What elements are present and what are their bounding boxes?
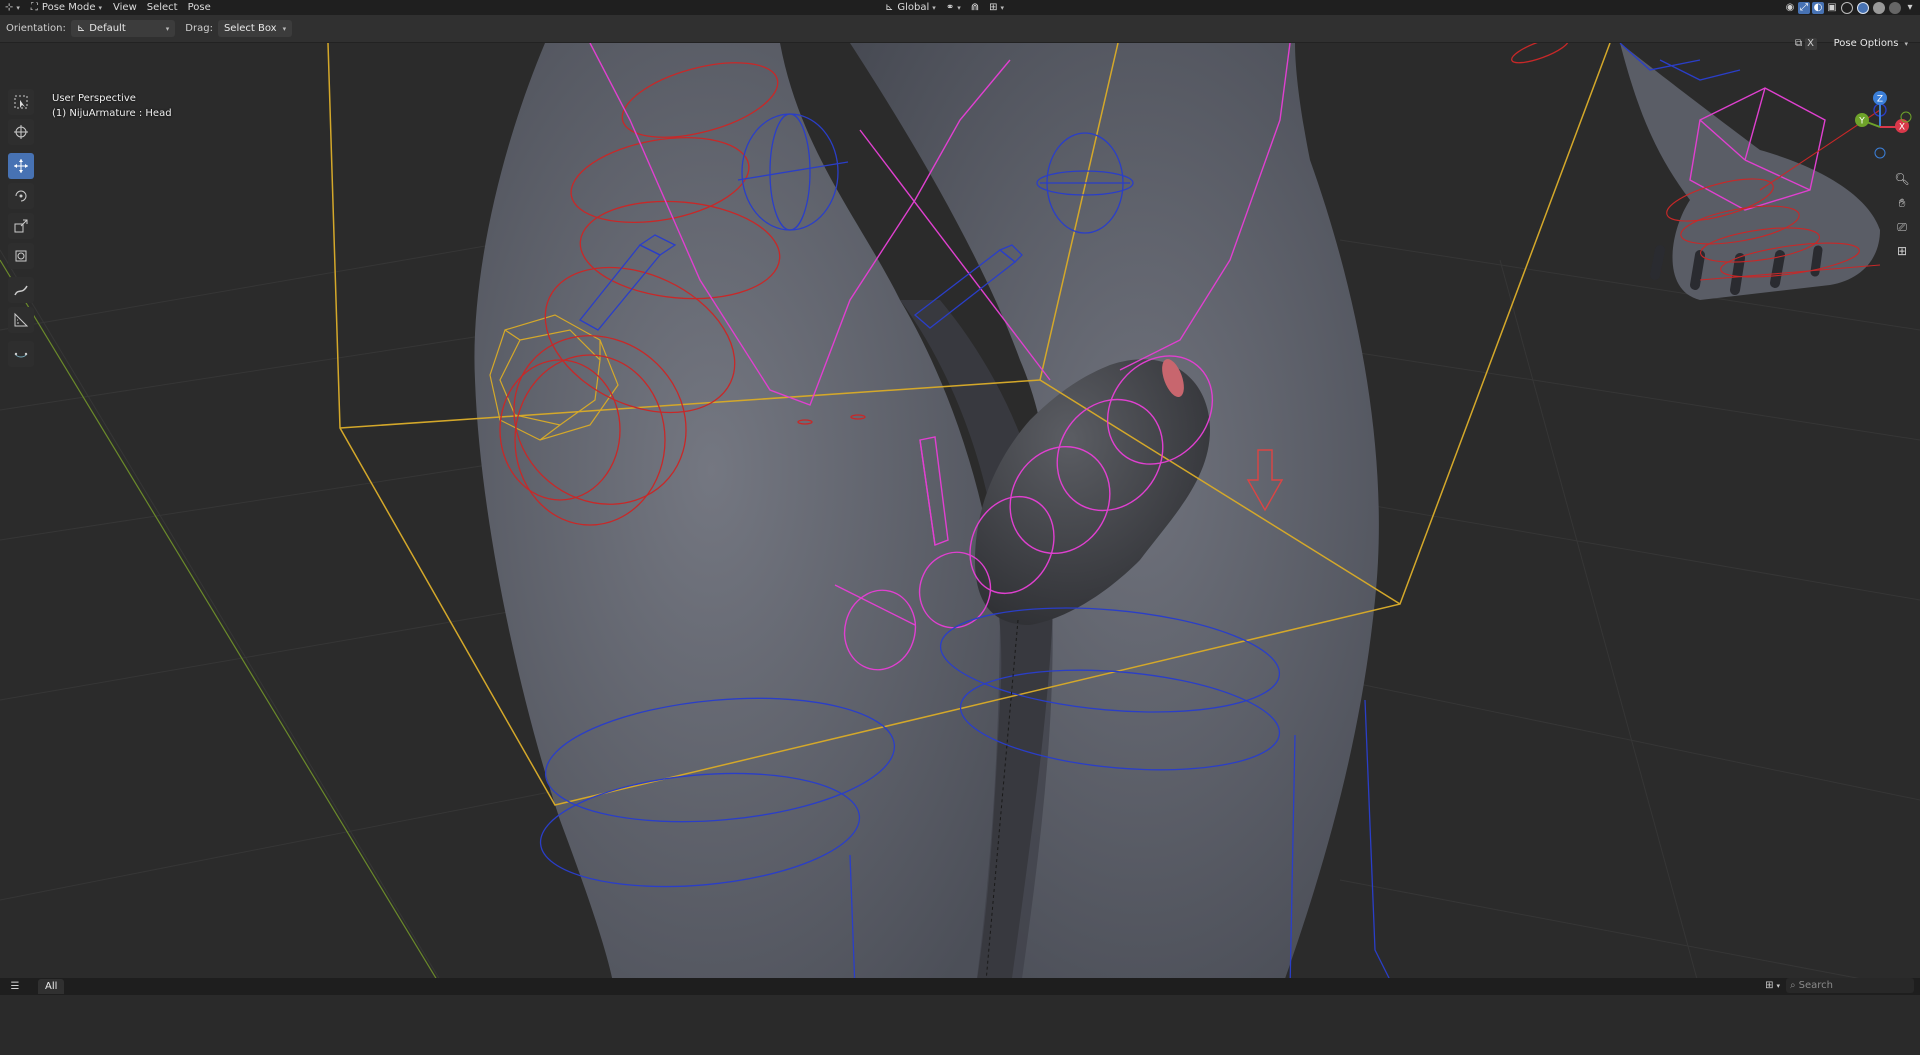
drag-dropdown[interactable]: Select Box ▾	[217, 20, 293, 37]
annotate-icon	[14, 285, 28, 296]
gizmo-toggle-icon[interactable]: ⤢	[1798, 1, 1810, 14]
orientation-dropdown[interactable]: ⊾ Default ▾	[70, 20, 176, 37]
chevron-down-icon: ▾	[16, 3, 20, 12]
transform-orientation-label: Global	[897, 2, 930, 13]
3d-viewport[interactable]: User Perspective (1) NijuArmature : Head	[0, 43, 1920, 993]
mode-label: Pose Mode	[41, 2, 96, 13]
menu-view[interactable]: View	[108, 0, 142, 15]
active-object-label: (1) NijuArmature : Head	[52, 108, 172, 119]
timeline-header: ☰ All ⊞ ▾ ⌕	[0, 978, 1920, 995]
link-icon: ⚭	[945, 2, 955, 13]
filter-grid-icon: ⊞	[1765, 980, 1774, 991]
chevron-down-icon: ▾	[165, 24, 170, 33]
snap-target-icon: ⊞	[989, 2, 998, 13]
measure-tool[interactable]	[8, 307, 34, 333]
view-name: User Perspective	[52, 93, 136, 104]
drag-value: Select Box	[223, 23, 277, 34]
menu-select[interactable]: Select	[142, 0, 183, 15]
camera-icon: ⎚	[1897, 219, 1907, 234]
chevron-down-icon: ▾	[957, 3, 961, 12]
snap-target-dropdown[interactable]: ⊞ ▾	[984, 0, 1009, 15]
grid-icon: ⊞	[1896, 244, 1908, 258]
cursor-tool[interactable]	[8, 119, 34, 145]
magnifier-icon: 🔍︎	[1894, 172, 1910, 186]
chevron-down-icon: ▾	[1776, 981, 1780, 990]
snap-icon: ⋒	[970, 2, 980, 13]
tool-settings-bar: Orientation: ⊾ Default ▾ Drag: Select Bo…	[0, 15, 1920, 50]
axis-gizmo[interactable]: Z Y X	[1840, 87, 1920, 167]
transform-icon	[15, 250, 27, 262]
orientation-label: Orientation:	[6, 23, 66, 34]
orientation-icon: ⊾	[885, 2, 894, 13]
filter-dropdown[interactable]: ⊞ ▾	[1765, 978, 1780, 993]
hamburger-menu-icon[interactable]: ☰	[6, 981, 24, 992]
scale-icon	[14, 219, 28, 233]
rotate-tool[interactable]	[8, 183, 34, 209]
viewport-scene[interactable]	[0, 43, 1920, 993]
move-tool[interactable]	[8, 153, 34, 179]
wireframe-shading-icon[interactable]	[1841, 1, 1853, 14]
bone-envelope-tool[interactable]	[8, 341, 34, 367]
y-axis-line	[0, 259, 446, 993]
chevron-down-icon: ▾	[282, 24, 287, 33]
neg-z-axis-handle[interactable]	[1874, 147, 1886, 159]
material-shading-icon[interactable]	[1873, 1, 1885, 14]
perspective-toggle-button[interactable]: ⊞	[1892, 241, 1912, 261]
search-field[interactable]: ⌕	[1786, 978, 1914, 993]
snap-toggle[interactable]: ⋒	[966, 0, 984, 15]
pose-mode-icon: ⛶	[30, 2, 38, 13]
chevron-down-icon: ▾	[1000, 3, 1005, 12]
pivot-point-dropdown[interactable]: ⚭ ▾	[941, 0, 966, 15]
x-axis-label: X	[1899, 123, 1905, 133]
visibility-icon[interactable]: ◉	[1784, 2, 1796, 14]
editor-type-button[interactable]: ⊹ ▾	[0, 0, 25, 15]
transform-orientation-dropdown[interactable]: ⊾ Global ▾	[880, 0, 941, 15]
viewport-header: ⊹ ▾ ⛶ Pose Mode ▾ View Select Pose ⊾ Glob…	[0, 0, 1920, 15]
left-leg-mesh	[474, 43, 1002, 993]
y-axis-label: Y	[1858, 117, 1865, 127]
select-box-tool[interactable]	[8, 89, 34, 115]
drag-label: Drag:	[185, 23, 213, 34]
mode-selector[interactable]: ⛶ Pose Mode ▾	[25, 0, 108, 15]
xray-toggle-icon[interactable]: ▣	[1826, 2, 1838, 14]
chevron-down-icon: ▾	[932, 3, 936, 12]
camera-view-button[interactable]: ⎚	[1892, 217, 1912, 237]
move-icon	[14, 159, 28, 173]
menu-pose[interactable]: Pose	[183, 0, 216, 15]
search-input[interactable]	[1795, 980, 1902, 991]
editor-type-icon: ⊹	[5, 2, 14, 13]
select-box-icon	[14, 95, 28, 109]
hand-icon: ✋︎	[1898, 195, 1906, 210]
tool-shelf	[6, 89, 36, 371]
cursor-icon	[14, 125, 28, 139]
transform-tool[interactable]	[8, 243, 34, 269]
tab-all[interactable]: All	[38, 979, 65, 994]
pan-button[interactable]: ✋︎	[1892, 193, 1912, 213]
rendered-shading-icon[interactable]	[1889, 1, 1901, 14]
rotate-icon	[15, 190, 27, 202]
orientation-value: Default	[89, 23, 126, 34]
viewport-display-controls: ◉ ⤢ ◐ ▣ ▾	[1784, 0, 1916, 15]
navigation-gizmo: Z Y X 🔍︎ ✋︎ ⎚ ⊞	[1840, 87, 1920, 267]
chevron-down-icon: ▾	[98, 3, 103, 12]
viewport-info: User Perspective (1) NijuArmature : Head	[52, 91, 172, 121]
annotate-tool[interactable]	[8, 277, 34, 303]
bone-envelope-icon	[14, 352, 28, 358]
timeline-area[interactable]	[0, 995, 1920, 1055]
z-axis-label: Z	[1877, 95, 1883, 105]
overlay-toggle-icon[interactable]: ◐	[1812, 1, 1824, 14]
orientation-axis-icon: ⊾	[76, 23, 86, 34]
solid-shading-icon[interactable]	[1857, 1, 1869, 14]
measure-icon	[14, 312, 29, 327]
scale-tool[interactable]	[8, 213, 34, 239]
chevron-down-icon[interactable]: ▾	[1904, 2, 1916, 14]
transform-controls: ⊾ Global ▾ ⚭ ▾ ⋒ ⊞ ▾	[880, 0, 1009, 15]
zoom-button[interactable]: 🔍︎	[1892, 169, 1912, 189]
